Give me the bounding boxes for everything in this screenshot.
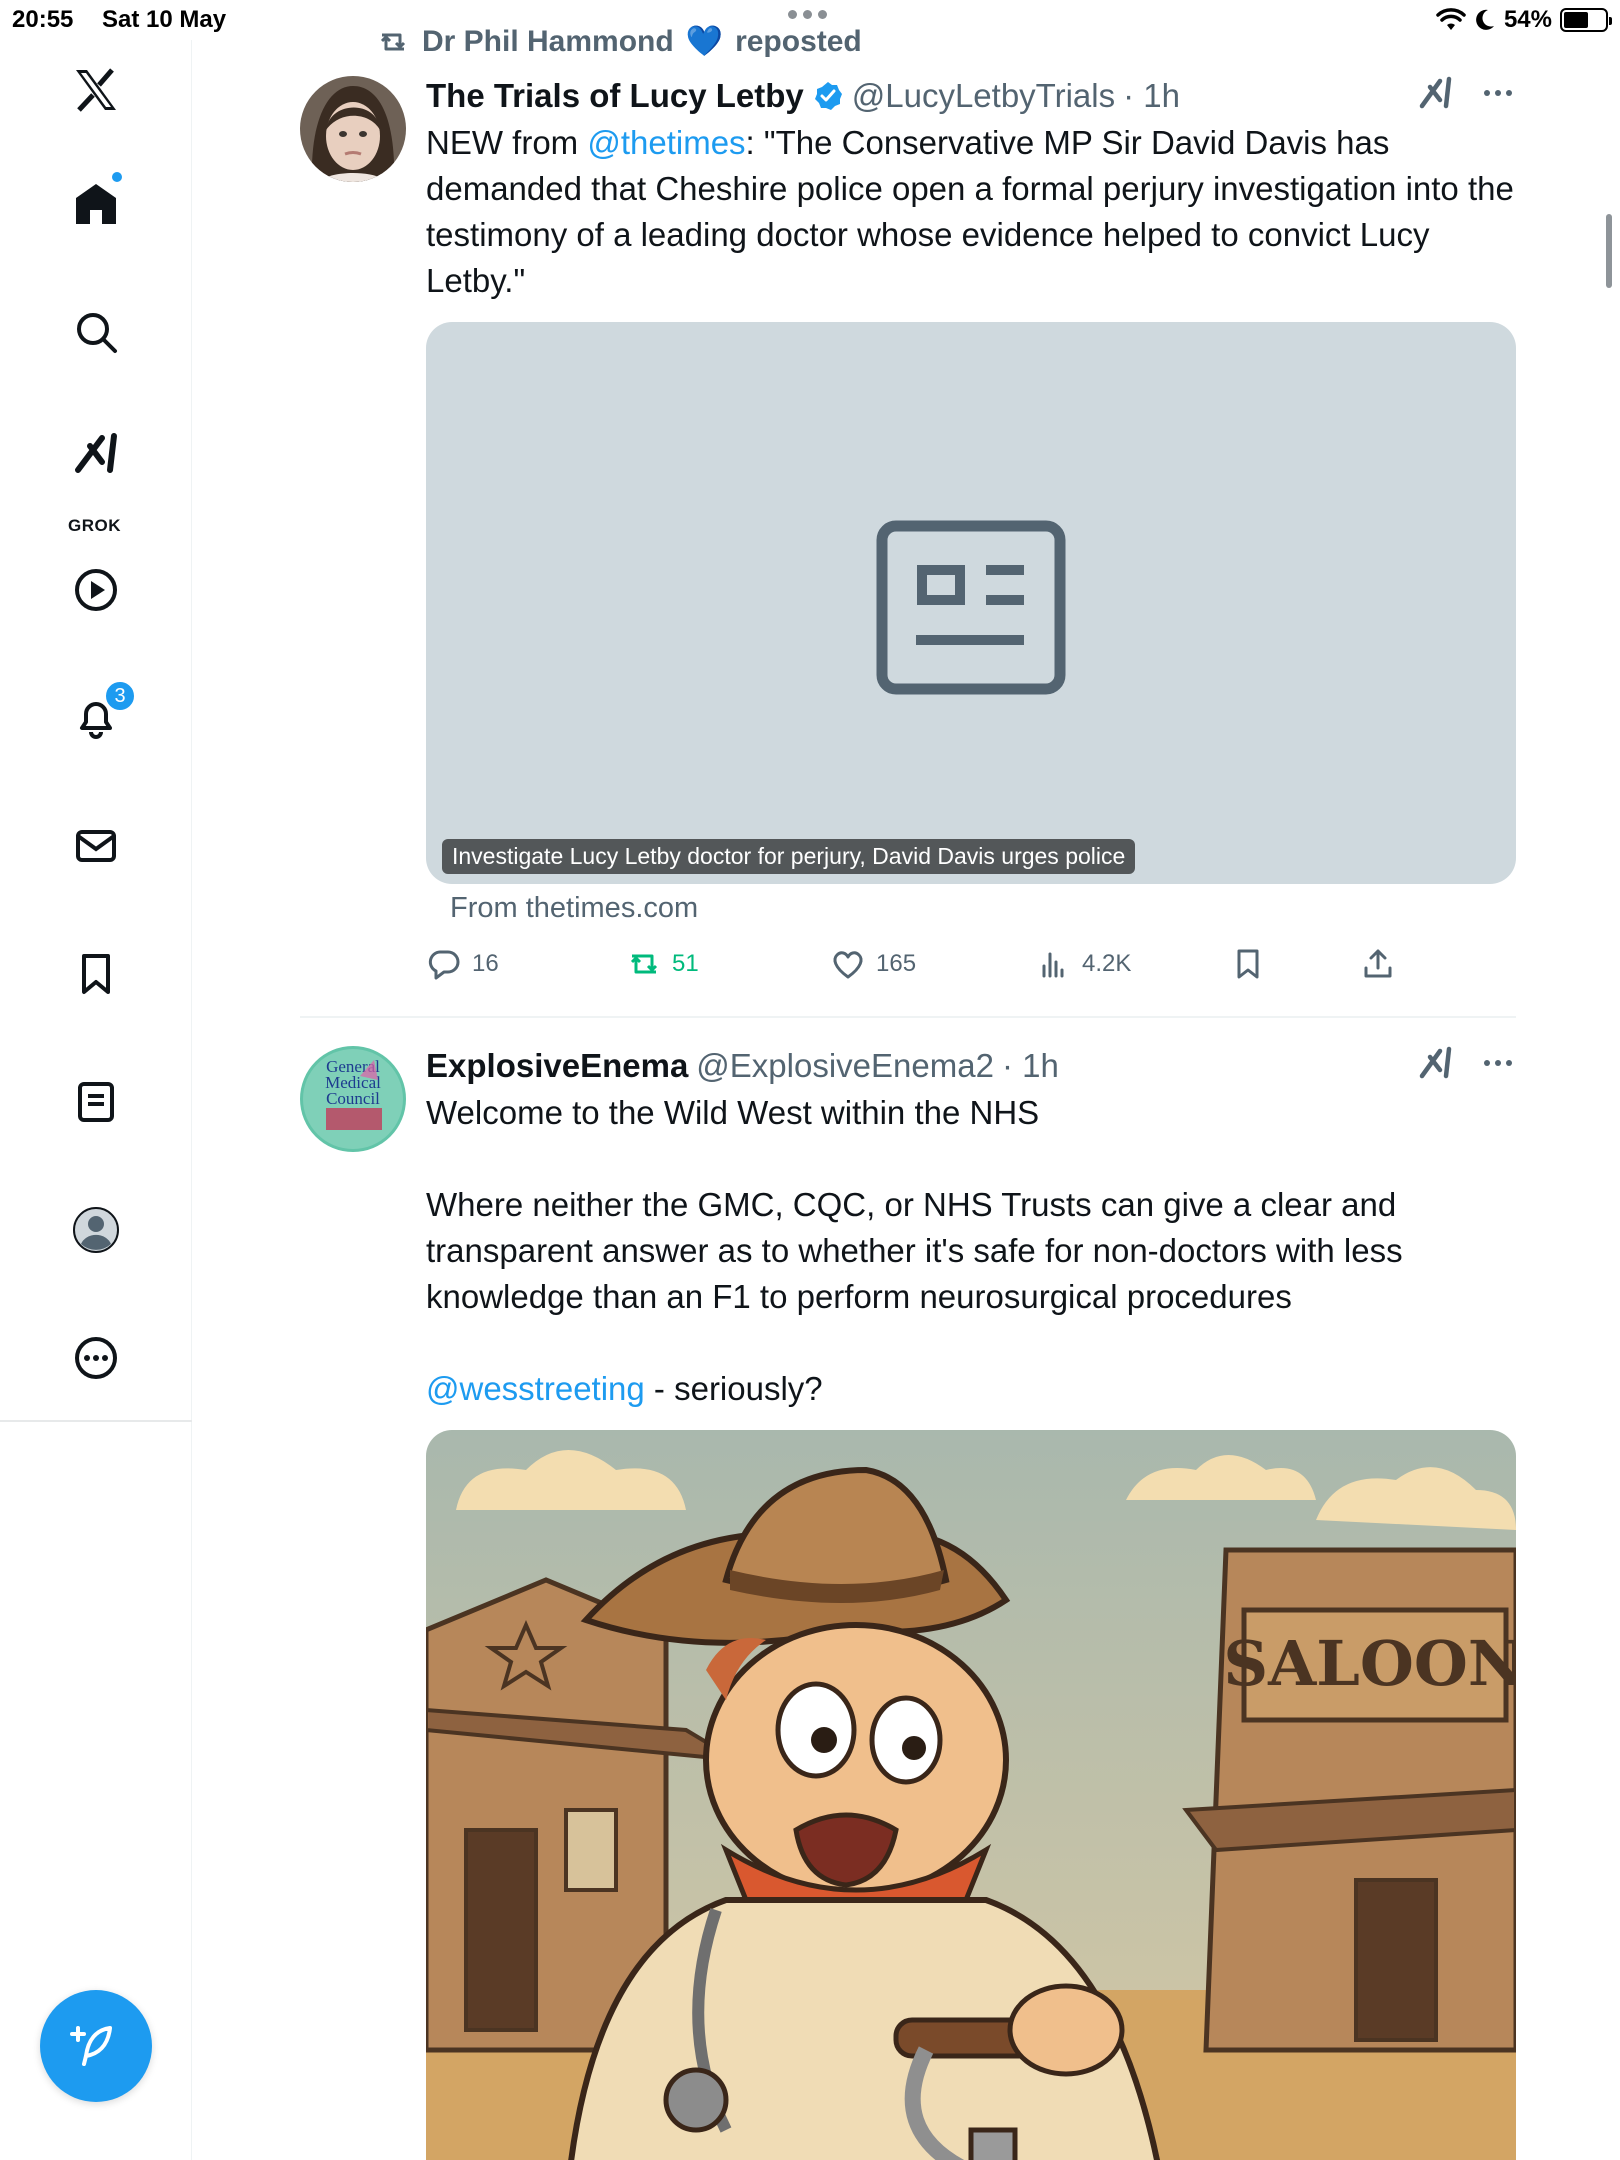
view-count: 4.2K [1082, 950, 1132, 977]
repost-emoji: 💙 [685, 25, 724, 58]
more-options-icon[interactable] [1484, 90, 1512, 96]
sidebar-item-video[interactable] [60, 554, 132, 626]
grok-label: GROK [68, 516, 121, 535]
scrollbar[interactable] [1606, 214, 1612, 288]
status-time: 20:55 [12, 6, 74, 33]
sidebar-item-bookmarks[interactable] [60, 938, 132, 1010]
bookmark-icon [82, 954, 110, 994]
card-source[interactable]: From thetimes.com [450, 892, 698, 925]
mention-link[interactable]: @wesstreeting [426, 1370, 645, 1407]
mail-icon [76, 830, 116, 862]
tweet-header: ExplosiveEnema @ExplosiveEnema2 · 1h [426, 1044, 1516, 1088]
avatar-text: Council [326, 1089, 380, 1108]
grok-icon[interactable] [1416, 1044, 1454, 1082]
sidebar-item-grok[interactable] [60, 418, 132, 490]
tweet-image[interactable]: SALOON [426, 1430, 1516, 2160]
play-icon [75, 569, 117, 611]
x-logo[interactable] [60, 54, 132, 126]
tweet-time[interactable]: · 1h [1002, 1047, 1059, 1085]
link-card[interactable]: Investigate Lucy Letby doctor for perjur… [426, 322, 1516, 884]
sidebar-item-lists[interactable] [60, 1066, 132, 1138]
repost-count: 51 [672, 950, 699, 977]
tweet-line: @wesstreeting - seriously? [426, 1366, 1516, 1412]
mention-link[interactable]: @thetimes [587, 124, 745, 161]
home-notification-dot [110, 170, 124, 184]
timeline: Dr Phil Hammond 💙 reposted The Trials of… [192, 0, 1620, 2160]
text-rest: - seriously? [644, 1370, 823, 1407]
reply-icon [428, 950, 460, 980]
reply-button[interactable]: 16 [426, 946, 499, 982]
avatar[interactable]: General Medical Council [300, 1046, 406, 1152]
views-icon [1042, 952, 1064, 978]
home-icon [76, 184, 116, 224]
repost-icon [380, 33, 406, 50]
views-button[interactable]: 4.2K [1036, 946, 1131, 982]
repost-button[interactable]: 51 [626, 946, 699, 982]
share-icon [1364, 949, 1392, 978]
sidebar-divider [0, 1420, 192, 1422]
sidebar-item-notifications[interactable]: 3 [60, 680, 136, 754]
x-logo-icon [76, 68, 116, 112]
sidebar-item-explore[interactable] [60, 296, 132, 368]
repost-label: reposted [735, 24, 862, 58]
notification-count-badge: 3 [104, 680, 136, 712]
author-handle[interactable]: @LucyLetbyTrials [852, 77, 1115, 115]
sidebar-item-profile[interactable] [60, 1194, 132, 1266]
cowboy-illustration: SALOON [426, 1430, 1516, 2160]
verified-badge-icon [814, 82, 842, 110]
reply-count: 16 [472, 950, 499, 977]
repost-icon [630, 954, 658, 974]
compose-button[interactable] [40, 1990, 152, 2102]
more-circle-icon [75, 1337, 117, 1379]
tweet-text: NEW from @thetimes: "The Conservative MP… [426, 120, 1516, 304]
tweet-time[interactable]: · 1h [1123, 77, 1180, 115]
more-options-icon[interactable] [1484, 1060, 1512, 1066]
sidebar-item-more[interactable] [60, 1322, 132, 1394]
tweet-divider [300, 1016, 1516, 1018]
sidebar-item-home[interactable] [60, 168, 132, 240]
bookmark-icon [1237, 949, 1259, 979]
tweet-text: Welcome to the Wild West within the NHS … [426, 1090, 1516, 1412]
tweet-header: The Trials of Lucy Letby @LucyLetbyTrial… [426, 74, 1516, 118]
repost-indicator: Dr Phil Hammond 💙 reposted [376, 24, 862, 59]
like-count: 165 [876, 950, 917, 977]
repost-user[interactable]: Dr Phil Hammond [422, 25, 674, 59]
bookmark-button[interactable] [1230, 946, 1266, 982]
share-button[interactable] [1360, 946, 1396, 982]
text-prefix: NEW from [426, 124, 588, 161]
sidebar: GROK 3 [0, 40, 192, 2160]
list-icon [78, 1082, 114, 1122]
like-button[interactable]: 165 [830, 946, 916, 982]
sidebar-item-messages[interactable] [60, 810, 132, 882]
saloon-sign: SALOON [1223, 1627, 1516, 1700]
tweet-line: Where neither the GMC, CQC, or NHS Trust… [426, 1186, 1403, 1315]
tweet-actions: 16 51 165 4.2K [426, 946, 1426, 994]
author-name[interactable]: ExplosiveEnema [426, 1047, 688, 1085]
profile-icon [73, 1207, 119, 1253]
avatar[interactable] [300, 76, 406, 182]
compose-icon [70, 2026, 112, 2066]
heart-icon [833, 951, 863, 979]
author-name[interactable]: The Trials of Lucy Letby [426, 77, 804, 115]
card-title: Investigate Lucy Letby doctor for perjur… [442, 839, 1136, 874]
tweet-line: Welcome to the Wild West within the NHS [426, 1094, 1040, 1131]
grok-icon [75, 433, 117, 473]
author-handle[interactable]: @ExplosiveEnema2 [696, 1047, 994, 1085]
grok-icon[interactable] [1416, 74, 1454, 112]
article-icon [876, 520, 1066, 695]
search-icon [77, 313, 117, 353]
